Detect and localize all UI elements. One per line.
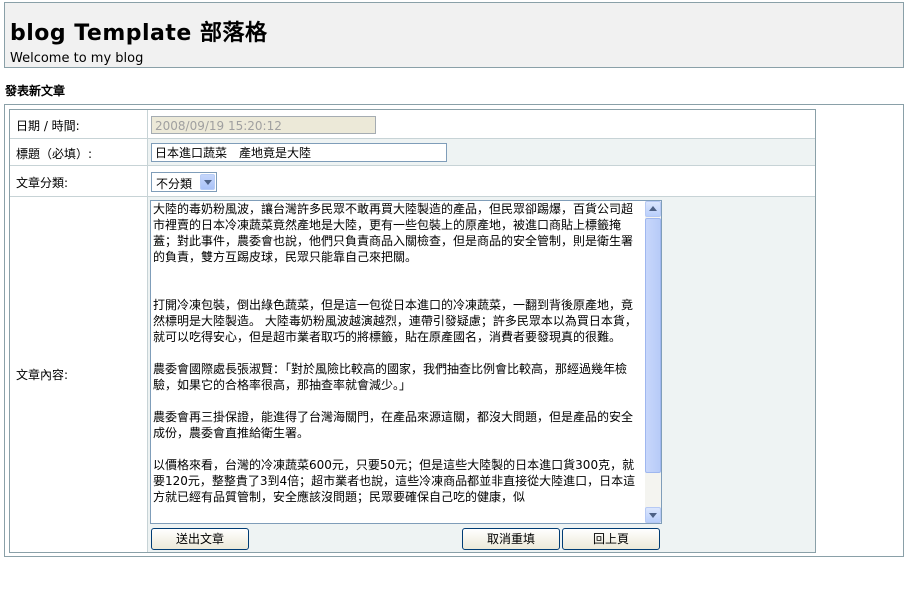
category-selected: 不分類 (156, 177, 193, 191)
row-datetime: 日期 / 時間: 2008/09/19 15:20:12 (10, 110, 815, 139)
row-subject: 標題（必填）: 日本進口蔬菜 產地竟是大陸 (10, 139, 815, 166)
reset-button[interactable]: 取消重填 (462, 528, 560, 550)
submit-button[interactable]: 送出文章 (151, 528, 249, 550)
content-text: 大陸的毒奶粉風波，讓台灣許多民眾不敢再買大陸製造的產品，但民眾卻踢爆，百貨公司超… (153, 202, 637, 504)
scroll-thumb[interactable] (645, 218, 661, 473)
content-scrollbar[interactable] (645, 201, 661, 523)
subject-label: 標題（必填）: (16, 147, 93, 161)
blog-subtitle: Welcome to my blog (10, 51, 144, 66)
content-textarea[interactable]: 大陸的毒奶粉風波，讓台灣許多民眾不敢再買大陸製造的產品，但民眾卻踢爆，百貨公司超… (150, 200, 662, 524)
row-category: 文章分類: 不分類 (10, 166, 815, 197)
row-content: 文章內容: 大陸的毒奶粉風波，讓台灣許多民眾不敢再買大陸製造的產品，但民眾卻踢爆… (10, 197, 815, 552)
scroll-down-icon[interactable] (645, 507, 661, 523)
blog-header: blog Template 部落格 Welcome to my blog (4, 2, 904, 68)
datetime-field: 2008/09/19 15:20:12 (151, 116, 376, 134)
section-title: 發表新文章 (5, 84, 66, 98)
datetime-label: 日期 / 時間: (16, 119, 80, 133)
category-select[interactable]: 不分類 (151, 172, 217, 192)
category-label: 文章分類: (16, 176, 69, 190)
subject-input[interactable]: 日本進口蔬菜 產地竟是大陸 (151, 143, 447, 162)
post-form: 日期 / 時間: 2008/09/19 15:20:12 標題（必填）: 日本進… (9, 109, 816, 553)
content-label: 文章內容: (16, 368, 69, 382)
form-container: 日期 / 時間: 2008/09/19 15:20:12 標題（必填）: 日本進… (4, 104, 904, 557)
blog-title: blog Template 部落格 (10, 21, 268, 46)
chevron-down-icon[interactable] (200, 174, 215, 190)
back-button[interactable]: 回上頁 (562, 528, 660, 550)
scroll-up-icon[interactable] (645, 201, 661, 217)
